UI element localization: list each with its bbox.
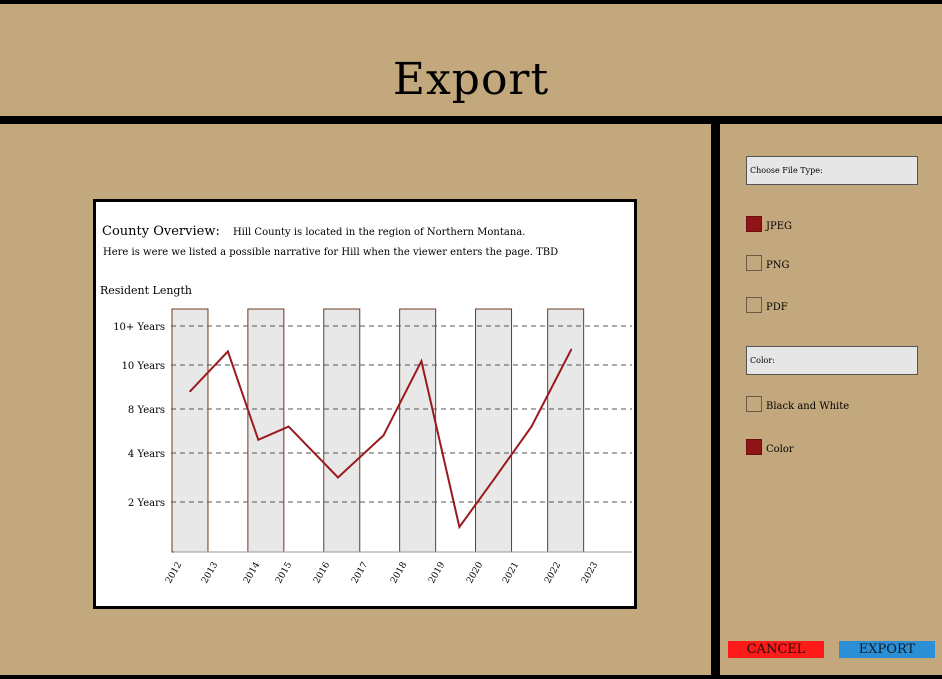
export-button[interactable]: EXPORT xyxy=(839,641,935,658)
panel-divider xyxy=(711,124,720,679)
cancel-button[interactable]: CANCEL xyxy=(728,641,824,658)
chart-band-4 xyxy=(399,308,437,553)
y-tick-label: 8 Years xyxy=(128,405,165,416)
option-black-and-white[interactable]: Black and White xyxy=(746,396,849,412)
page-title: Export xyxy=(392,54,550,105)
y-tick-label: 4 Years xyxy=(128,449,165,460)
option-jpeg[interactable]: JPEG xyxy=(746,216,792,232)
x-tick-label: 2017 xyxy=(350,560,370,585)
y-tick-label: 10+ Years xyxy=(113,322,165,333)
chart-band-6 xyxy=(547,308,585,553)
png-label: PNG xyxy=(766,259,790,271)
chart-band-3 xyxy=(323,308,361,553)
x-tick-label: 2022 xyxy=(543,561,563,586)
bottom-border xyxy=(0,675,942,679)
x-tick-label: 2013 xyxy=(200,560,220,585)
jpeg-label: JPEG xyxy=(766,220,793,232)
y-tick-label: 2 Years xyxy=(128,498,165,509)
option-png[interactable]: PNG xyxy=(746,255,789,271)
black-and-white-checkbox[interactable] xyxy=(746,396,762,412)
y-tick-label: 10 Years xyxy=(122,361,165,372)
export-options-panel: Choose File Type: JPEG PNG PDF Color: Bl… xyxy=(720,124,942,679)
color-checkbox[interactable] xyxy=(746,439,762,455)
data-point xyxy=(337,476,339,479)
data-point xyxy=(530,425,533,428)
color-field-label: Color: xyxy=(750,356,775,365)
x-tick-label: 2015 xyxy=(274,560,294,585)
data-point xyxy=(189,390,191,393)
series-line-1 xyxy=(189,348,573,530)
x-tick-label: 2014 xyxy=(242,560,262,585)
x-tick-label: 2019 xyxy=(427,560,447,585)
header-divider xyxy=(0,116,942,124)
header-bar: Export xyxy=(0,0,942,116)
pdf-checkbox[interactable] xyxy=(746,297,762,313)
data-point xyxy=(287,425,290,428)
chart-band-1 xyxy=(171,308,209,553)
black-and-white-label: Black and White xyxy=(766,400,850,412)
color-field[interactable]: Color: xyxy=(746,346,918,375)
x-tick-label: 2018 xyxy=(389,560,409,585)
x-tick-label: 2016 xyxy=(312,560,332,585)
data-point xyxy=(382,434,385,437)
data-point xyxy=(492,479,495,481)
x-tick-label: 2023 xyxy=(580,560,600,585)
x-tick-label: 2012 xyxy=(164,561,184,586)
option-color[interactable]: Color xyxy=(746,439,794,455)
data-point xyxy=(570,348,573,351)
data-point xyxy=(227,350,229,353)
resident-length-chart: Resident Length 2 Years 4 Years 8 Years 10 Y… xyxy=(100,284,632,586)
option-pdf[interactable]: PDF xyxy=(746,297,788,313)
chart-band-5 xyxy=(475,308,513,553)
x-tick-label: 2021 xyxy=(501,561,521,586)
pdf-label: PDF xyxy=(766,301,788,313)
data-point xyxy=(420,360,423,362)
data-point xyxy=(458,526,461,528)
file-type-label: Choose File Type: xyxy=(750,166,823,175)
data-point xyxy=(257,439,260,441)
file-type-field[interactable]: Choose File Type: xyxy=(746,156,918,185)
preview-card: County Overview: Hill County is located … xyxy=(93,199,637,609)
jpeg-checkbox[interactable] xyxy=(746,216,762,232)
x-tick-label: 2020 xyxy=(465,560,485,585)
y-axis-title: Resident Length xyxy=(100,284,192,297)
png-checkbox[interactable] xyxy=(746,255,762,271)
color-label: Color xyxy=(766,443,794,455)
